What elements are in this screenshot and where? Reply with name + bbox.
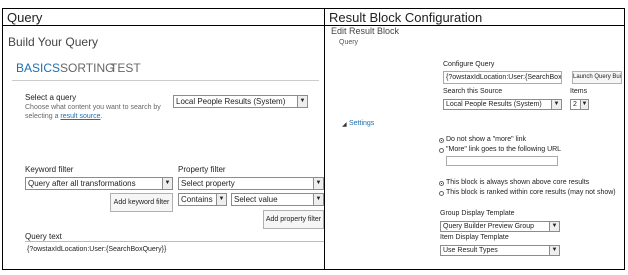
property-filter-label: Property filter <box>178 165 226 174</box>
ranked-within-radio[interactable] <box>439 191 444 196</box>
search-source-dropdown[interactable]: Local People Results (System) ▼ <box>443 99 562 110</box>
query-text-divider <box>25 241 324 242</box>
item-template-dropdown[interactable]: Use Result Types ▼ <box>440 245 560 256</box>
query-column-header: Query <box>3 9 324 26</box>
chevron-down-icon: ▼ <box>313 178 323 189</box>
items-dropdown[interactable]: 2 ▼ <box>570 99 589 110</box>
tab-underline <box>12 80 319 81</box>
chevron-down-icon: ▼ <box>580 100 588 109</box>
configure-query-field[interactable]: {?owstaxIdLocation:User:{SearchBoxQuery}… <box>443 71 562 84</box>
query-section-label: Query <box>339 39 359 46</box>
edit-result-block-panel: Edit Result Block Query Configure Query … <box>325 26 624 271</box>
comparison-table: Query Result Block Configuration Build Y… <box>2 8 625 270</box>
select-query-description: Choose what content you want to search b… <box>25 104 161 111</box>
tab-sorting[interactable]: SORTING <box>60 61 114 75</box>
keyword-filter-label: Keyword filter <box>25 165 74 174</box>
result-block-column-header: Result Block Configuration <box>325 9 624 26</box>
more-link-url-radio[interactable] <box>439 148 444 153</box>
chevron-down-icon: ▼ <box>551 100 561 109</box>
more-link-url-field[interactable] <box>446 156 558 166</box>
select-query-description-2: selecting a result source. <box>25 113 103 120</box>
panel-title: Build Your Query <box>8 35 99 49</box>
keyword-filter-dropdown[interactable]: Query after all transformations ▼ <box>25 177 173 190</box>
group-template-label: Group Display Template <box>440 210 515 217</box>
always-above-radio[interactable] <box>439 181 444 186</box>
property-value-dropdown[interactable]: Select value ▼ <box>231 193 324 206</box>
settings-link[interactable]: Settings <box>349 120 374 127</box>
add-keyword-filter-button[interactable]: Add keyword filter <box>110 193 173 212</box>
group-template-dropdown[interactable]: Query Builder Preview Group ▼ <box>440 221 560 232</box>
build-query-panel: Build Your Query BASICS SORTING TEST Sel… <box>3 27 324 271</box>
search-source-label: Search this Source <box>443 88 503 95</box>
chevron-down-icon: ▼ <box>162 178 172 189</box>
triangle-expanded-icon[interactable]: ◢ <box>342 121 347 128</box>
add-property-filter-button[interactable]: Add property filter <box>263 210 324 229</box>
tab-test[interactable]: TEST <box>110 61 141 75</box>
no-more-link-radio[interactable] <box>439 138 444 143</box>
configure-query-label: Configure Query <box>443 61 495 68</box>
chevron-down-icon: ▼ <box>313 194 323 205</box>
query-text-field[interactable]: {?owstaxIdLocation:User:{SearchBoxQuery}… <box>25 244 324 260</box>
select-query-dropdown[interactable]: Local People Results (System) ▼ <box>173 95 308 108</box>
always-above-label: This block is always shown above core re… <box>446 179 590 186</box>
items-label: Items <box>570 88 588 95</box>
ranked-within-label: This block is ranked within core results… <box>446 189 616 196</box>
result-source-link[interactable]: result source <box>60 113 100 120</box>
panel-subtitle: Edit Result Block <box>331 26 400 36</box>
item-template-label: Item Display Template <box>440 234 509 241</box>
chevron-down-icon: ▼ <box>216 194 226 205</box>
chevron-down-icon: ▼ <box>549 222 559 231</box>
launch-query-builder-button[interactable]: Launch Query Builder <box>572 71 622 84</box>
chevron-down-icon: ▼ <box>549 246 559 255</box>
tab-basics[interactable]: BASICS <box>16 61 60 75</box>
no-more-link-label: Do not show a "more" link <box>446 136 527 143</box>
property-filter-dropdown[interactable]: Select property ▼ <box>178 177 324 190</box>
more-link-url-label: "More" link goes to the following URL <box>446 146 562 153</box>
chevron-down-icon: ▼ <box>297 96 307 107</box>
operator-dropdown[interactable]: Contains ▼ <box>178 193 227 206</box>
query-text-label: Query text <box>25 232 62 241</box>
select-query-label: Select a query <box>25 93 77 102</box>
